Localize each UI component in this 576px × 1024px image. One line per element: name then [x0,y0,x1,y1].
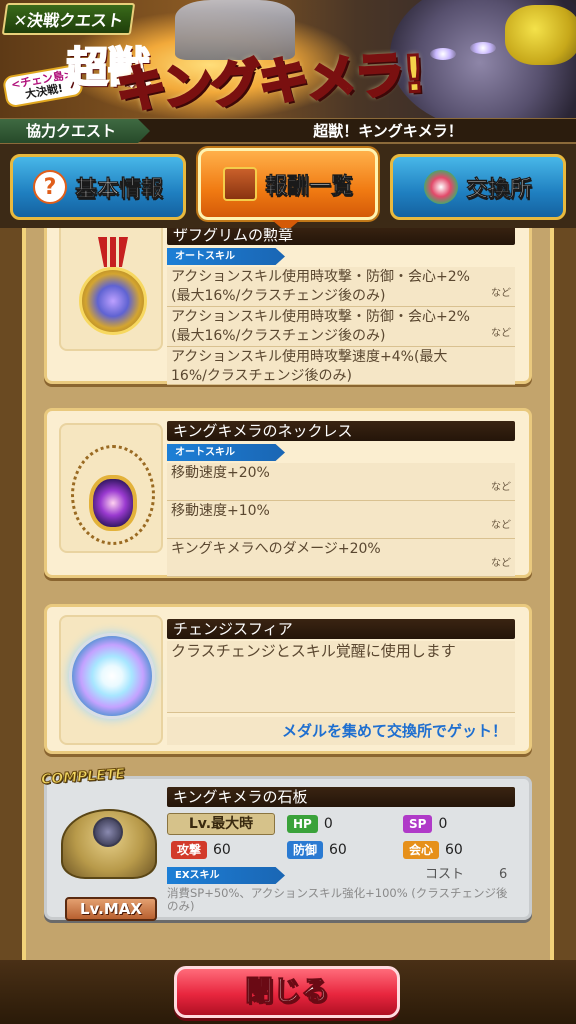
defense-label: 防御 [287,841,324,859]
reward-card-change-sphere[interactable]: チェンジスフィア クラスチェンジとスキル覚醒に使用します メダルを集めて交換所で… [44,604,532,754]
hp-stat: HP 0 [287,813,333,835]
more-label: など [491,482,511,493]
tab-rewards[interactable]: 報酬一覧 [198,148,378,220]
close-button[interactable]: 閉じる [174,966,400,1018]
stone-slab-gem-icon [93,817,123,847]
skill-effect: アクションスキル使用時攻撃・防御・会心+2%(最大16%/クラスチェンジ後のみ)… [167,307,515,347]
quest-banner: ✕決戦クエスト <チェン島> 大決戦! 超獣 キングキメラ! [0,0,576,118]
sphere-icon [69,633,155,719]
skill-effect: アクションスキル使用時攻撃速度+4%(最大16%/クラスチェンジ後のみ) [167,347,515,385]
more-label: など [491,520,511,531]
tab-exchange-label: 交換所 [465,177,533,203]
more-label: など [491,288,511,299]
auto-skill-ribbon: オートスキル [167,248,285,265]
reward-list-frame[interactable]: ザフグリムの勲章 オートスキル アクションスキル使用時攻撃・防御・会心+2%(最… [0,228,576,960]
sphere-thumbnail [59,615,163,745]
cost-label: コスト [425,867,465,882]
ex-skill-ribbon: EXスキル [167,867,285,884]
ex-skill-effect: 消費SP+50%、アクションスキル強化+100% (クラスチェンジ後のみ) [167,886,508,913]
defense-stat: 防御 60 [287,839,347,861]
item-description: クラスチェンジとスキル覚醒に使用します [167,641,515,713]
skill-effect-text: 移動速度+20% [171,465,270,481]
skill-effect-text: アクションスキル使用時攻撃・防御・会心+2%(最大16%/クラスチェンジ後のみ) [171,309,470,344]
reward-card-necklace[interactable]: キングキメラのネックレス オートスキル 移動速度+20% など 移動速度+10%… [44,408,532,578]
attack-value: 60 [213,842,231,858]
king-chimera-eye [470,42,496,54]
item-name: ザフグリムの勲章 [167,228,515,245]
sp-stat: SP 0 [403,813,447,835]
quest-name: 超獣！キングキメラ！ [313,122,463,140]
tab-bar: ? 基本情報 報酬一覧 交換所 [0,144,576,232]
necklace-thumbnail [59,423,163,553]
more-label: など [491,558,511,569]
skill-effect-text: キングキメラへのダメージ+20% [171,541,381,557]
necklace-icon [89,475,137,531]
hp-value: 0 [323,816,333,832]
sp-label: SP [403,815,433,833]
king-chimera-horn-art [505,5,576,65]
medal-icon [79,267,147,335]
item-name: キングキメラの石板 [167,787,515,807]
critical-value: 60 [445,842,463,858]
medal-thumbnail [59,228,163,351]
exchange-icon [423,170,458,204]
quest-category-label: ✕決戦クエスト [1,3,136,35]
more-label: など [491,328,511,339]
attack-stat: 攻撃 60 [171,839,231,861]
level-label: Lv.最大時 [167,813,275,835]
auto-skill-ribbon: オートスキル [167,444,285,461]
skill-effect-text: アクションスキル使用時攻撃・防御・会心+2%(最大16%/クラスチェンジ後のみ) [171,269,470,304]
item-name: チェンジスフィア [167,619,515,639]
skill-effect-text: アクションスキル使用時攻撃速度+4%(最大16%/クラスチェンジ後のみ) [171,349,448,384]
exchange-hint: メダルを集めて交換所でゲット！ [167,717,515,745]
cost-value: 6 [499,867,508,882]
quest-subtitle-bar: 協力クエスト 超獣！キングキメラ！ [0,118,576,144]
critical-stat: 会心 60 [403,839,463,861]
quest-type-tag: 協力クエスト [0,119,150,143]
sp-value: 0 [438,816,448,832]
tab-exchange[interactable]: 交換所 [390,154,566,220]
skill-effect: 移動速度+10% など [167,501,515,539]
skill-effect: 移動速度+20% など [167,463,515,501]
attack-label: 攻撃 [171,841,208,859]
reward-card-stone-slab[interactable]: COMPLETE Lv.MAX キングキメラの石板 Lv.最大時 HP 0 SP 0… [40,766,532,921]
lv-max-badge: Lv.MAX [65,897,157,921]
tab-basic-info-label: 基本情報 [74,177,164,203]
critical-label: 会心 [403,841,440,859]
tab-rewards-label: 報酬一覧 [264,174,354,200]
reward-card-medal[interactable]: ザフグリムの勲章 オートスキル アクションスキル使用時攻撃・防御・会心+2%(最… [44,228,532,385]
tab-basic-info[interactable]: ? 基本情報 [10,154,186,220]
footer-bar: 閉じる [0,960,576,1024]
question-icon: ? [32,170,67,204]
item-name: キングキメラのネックレス [167,421,515,441]
hp-label: HP [287,815,318,833]
skill-effect: キングキメラへのダメージ+20% など [167,539,515,577]
king-chimera-eye [430,48,456,60]
skill-effect: アクションスキル使用時攻撃・防御・会心+2%(最大16%/クラスチェンジ後のみ)… [167,267,515,307]
skill-effect-text: 移動速度+10% [171,503,270,519]
defense-value: 60 [329,842,347,858]
ribbon-icon [98,237,128,267]
treasure-chest-icon [222,167,257,201]
